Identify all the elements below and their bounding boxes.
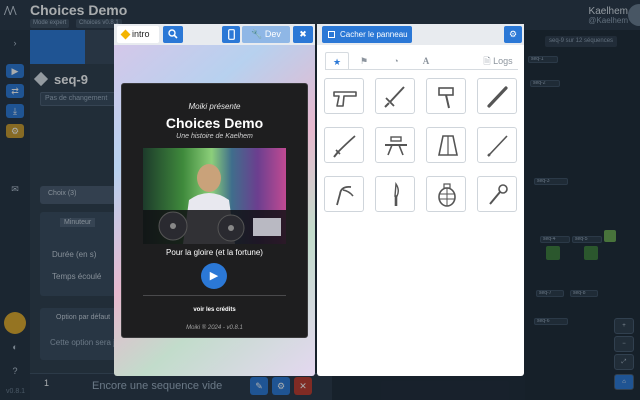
hammer-icon	[438, 87, 454, 109]
sabre-icon	[487, 135, 508, 157]
icon-tile-knife[interactable]	[375, 176, 415, 212]
search-icon	[168, 29, 178, 39]
pistol-icon	[333, 91, 357, 107]
icon-tile-sniper-rifle[interactable]	[375, 127, 415, 163]
gear-icon: ⚙	[508, 29, 518, 39]
game-tagline: Pour la gloire (et la fortune)	[166, 248, 263, 257]
panel-settings-button[interactable]: ⚙	[504, 26, 522, 43]
club-icon	[487, 86, 508, 108]
slingshot-icon	[336, 185, 354, 206]
dev-label: Dev	[264, 29, 281, 39]
cover-image	[143, 148, 286, 244]
file-icon: 🗎	[483, 56, 491, 66]
phone-icon	[227, 29, 235, 40]
game-footer: Moiki ® 2024 - v0.8.1	[186, 325, 243, 331]
icon-tile-sabre[interactable]	[477, 127, 517, 163]
star-icon: ★	[332, 57, 342, 67]
icon-tile-grenade[interactable]	[426, 176, 466, 212]
tab-logs-label: Logs	[493, 56, 513, 66]
sniper-rifle-icon	[385, 136, 407, 156]
dj-illustration	[143, 164, 286, 244]
gauge-icon: ◔	[393, 56, 399, 66]
credits-link[interactable]: voir les crédits	[121, 307, 308, 313]
flag-icon: ⚑	[359, 56, 369, 66]
sword-icon	[384, 86, 405, 108]
mobile-view-button[interactable]	[222, 26, 240, 43]
icon-tile-axe[interactable]	[426, 127, 466, 163]
tab-gauges[interactable]: ◔	[384, 52, 408, 70]
close-icon: ✖	[299, 29, 307, 39]
search-button[interactable]	[163, 26, 183, 43]
wrench-icon: 🔧	[251, 29, 263, 39]
icon-tile-sword[interactable]	[375, 78, 415, 114]
tab-logs[interactable]: 🗎 Logs	[478, 52, 518, 70]
knife-icon	[394, 182, 399, 206]
icon-tile-pistol[interactable]	[324, 78, 364, 114]
play-button[interactable]: ▶	[201, 263, 227, 289]
mace-icon	[489, 184, 508, 205]
tab-flags[interactable]: ⚑	[352, 52, 376, 70]
game-subtitle: Une histoire de Kaelhem	[176, 133, 253, 140]
icon-tile-club[interactable]	[477, 78, 517, 114]
presents-text: Moiki présente	[188, 102, 241, 111]
axe-icon	[438, 135, 458, 156]
dev-mode-button[interactable]: 🔧 Dev	[242, 26, 290, 43]
katana-icon	[333, 135, 356, 158]
icon-tile-slingshot[interactable]	[324, 176, 364, 212]
play-icon: ▶	[209, 270, 219, 282]
panel-toggle-icon	[328, 31, 335, 38]
close-preview-button[interactable]: ✖	[293, 26, 313, 43]
tab-fonts[interactable]: A	[414, 52, 438, 70]
icon-tile-hammer[interactable]	[426, 78, 466, 114]
tab-favorites[interactable]: ★	[325, 52, 349, 70]
scene-label: intro	[132, 29, 150, 39]
grenade-icon	[438, 183, 456, 207]
icon-tile-mace[interactable]	[477, 176, 517, 212]
icon-tile-katana[interactable]	[324, 127, 364, 163]
font-icon: A	[422, 56, 430, 66]
divider	[143, 295, 286, 296]
tab-divider	[325, 69, 518, 70]
game-title: Choices Demo	[165, 115, 264, 131]
hide-panel-button[interactable]: Cacher le panneau	[322, 26, 412, 43]
